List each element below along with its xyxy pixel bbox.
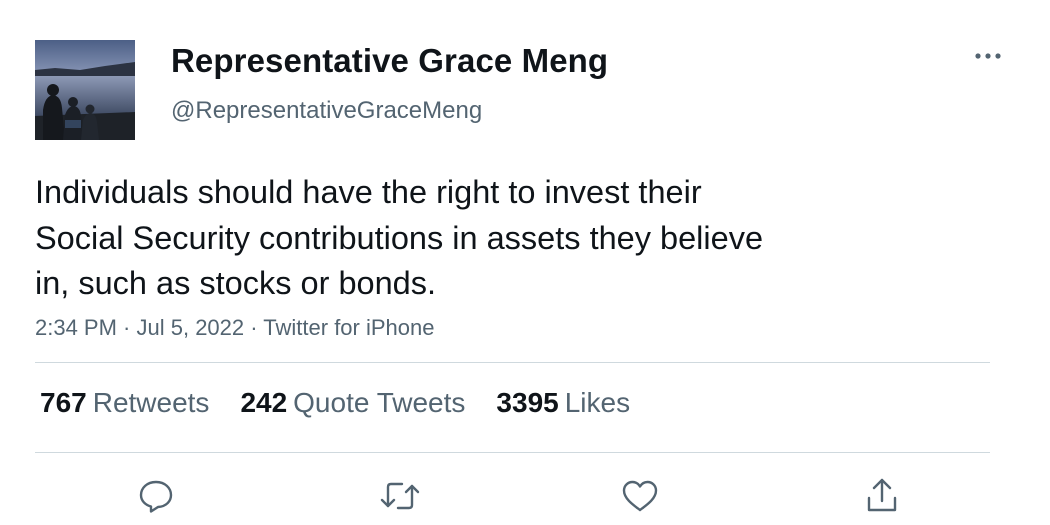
- likes-stat[interactable]: 3395 Likes: [496, 387, 630, 419]
- quote-tweets-stat[interactable]: 242 Quote Tweets: [240, 387, 465, 419]
- avatar-photo: [35, 40, 135, 140]
- tweet-text-line: Individuals should have the right to inv…: [35, 174, 702, 210]
- author-handle[interactable]: @RepresentativeGraceMeng: [171, 97, 482, 125]
- tweet-date[interactable]: Jul 5, 2022: [137, 315, 245, 340]
- retweets-label: Retweets: [92, 387, 210, 418]
- likes-label: Likes: [564, 387, 631, 418]
- tweet-text-line: Social Security contributions in assets …: [35, 219, 764, 256]
- retweet-button[interactable]: [378, 476, 422, 516]
- author-name[interactable]: Representative Grace Meng: [171, 42, 608, 80]
- retweets-count: 767: [40, 387, 87, 418]
- tweet-metadata: 2:34 PM · Jul 5, 2022 · Twitter for iPho…: [35, 315, 434, 341]
- more-horizontal-icon: [975, 53, 1001, 59]
- tweet-time[interactable]: 2:34 PM: [35, 315, 117, 340]
- quote-tweets-label: Quote Tweets: [293, 387, 466, 418]
- reply-button[interactable]: [136, 476, 176, 516]
- share-button[interactable]: [862, 476, 902, 516]
- retweets-stat[interactable]: 767 Retweets: [40, 387, 209, 419]
- tweet-text-line: in, such as stocks or bonds.: [35, 265, 437, 301]
- divider: [35, 452, 990, 453]
- share-icon: [867, 478, 897, 512]
- divider: [35, 362, 990, 363]
- meta-separator: ·: [244, 315, 264, 340]
- more-options-button[interactable]: [970, 44, 1006, 68]
- avatar[interactable]: [35, 40, 135, 140]
- engagement-stats: 767 Retweets 242 Quote Tweets 3395 Likes: [40, 387, 630, 419]
- heart-icon: [622, 480, 658, 512]
- retweet-icon: [380, 482, 420, 510]
- tweet-source[interactable]: Twitter for iPhone: [263, 315, 434, 340]
- meta-separator: ·: [116, 315, 137, 340]
- likes-count: 3395: [496, 387, 559, 418]
- quote-tweets-count: 242: [240, 387, 288, 418]
- reply-icon: [139, 480, 173, 513]
- tweet-text: Individuals should have the right to inv…: [35, 170, 875, 307]
- like-button[interactable]: [620, 476, 660, 516]
